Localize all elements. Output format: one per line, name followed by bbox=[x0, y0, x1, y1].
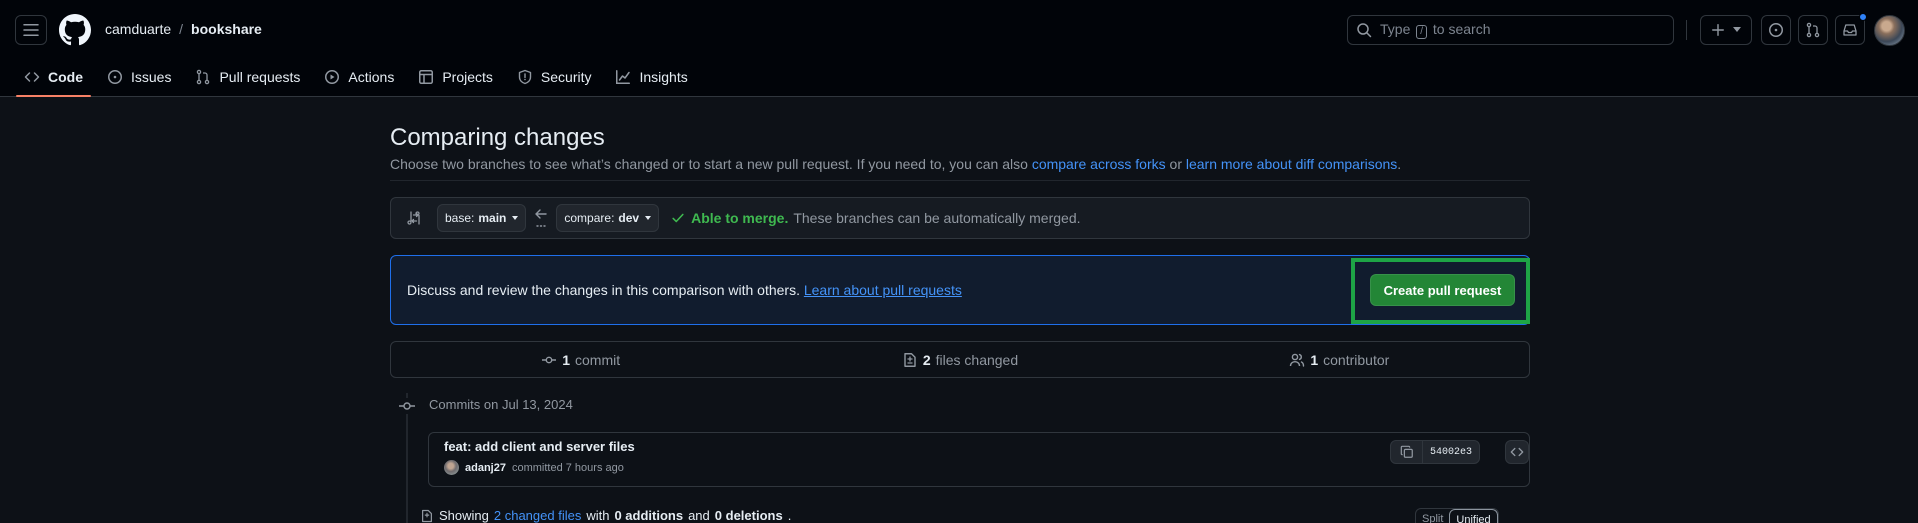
inbox-icon bbox=[1843, 24, 1857, 36]
arrow-left-icon bbox=[535, 209, 548, 227]
check-icon bbox=[672, 213, 684, 223]
compare-branch-select[interactable]: compare: dev bbox=[556, 204, 660, 232]
repo-nav: Code Issues Pull requests Actions Projec… bbox=[16, 62, 704, 97]
git-pull-request-icon bbox=[1806, 22, 1820, 38]
git-pull-request-icon bbox=[197, 69, 210, 84]
tab-code[interactable]: Code bbox=[16, 62, 91, 97]
tab-projects-label: Projects bbox=[442, 68, 493, 85]
code-icon bbox=[1510, 447, 1524, 457]
create-new-button[interactable] bbox=[1700, 15, 1752, 45]
git-commit-icon bbox=[542, 356, 557, 363]
tab-security-label: Security bbox=[540, 68, 592, 85]
inbox-button[interactable] bbox=[1835, 13, 1867, 45]
merge-status-text: These branches can be automatically merg… bbox=[793, 210, 1081, 226]
pr-banner-message: Discuss and review the changes in this c… bbox=[407, 282, 962, 298]
search-placeholder: Type / to search bbox=[1380, 21, 1491, 39]
tab-code-label: Code bbox=[48, 68, 83, 85]
tab-projects[interactable]: Projects bbox=[410, 62, 501, 91]
commit-author[interactable]: adanj27 bbox=[465, 462, 506, 474]
menu-button[interactable] bbox=[15, 15, 47, 45]
compare-description: Choose two branches to see what’s change… bbox=[390, 156, 1402, 172]
copy-sha-button[interactable] bbox=[1391, 441, 1423, 463]
tab-insights-label: Insights bbox=[639, 68, 688, 85]
stat-commits[interactable]: 1 commit bbox=[391, 342, 770, 377]
learn-diff-comparisons-link[interactable]: learn more about diff comparisons bbox=[1186, 156, 1397, 172]
learn-pull-requests-link[interactable]: Learn about pull requests bbox=[804, 282, 962, 298]
commit-title-link[interactable]: feat: add client and server files bbox=[444, 439, 635, 454]
tab-issues-label: Issues bbox=[131, 68, 172, 85]
compare-range-bar: base: main compare: dev Able to merge. The… bbox=[390, 197, 1530, 239]
caret-down-icon bbox=[645, 216, 652, 220]
file-diff-icon bbox=[904, 352, 916, 367]
copy-icon bbox=[1400, 445, 1413, 458]
diff-view-toggle: Split Unified bbox=[1415, 508, 1499, 523]
tab-actions-label: Actions bbox=[348, 68, 395, 85]
changed-files-link[interactable]: 2 changed files bbox=[494, 508, 581, 523]
search-input[interactable]: Type / to search bbox=[1347, 15, 1674, 45]
pull-requests-button[interactable] bbox=[1798, 15, 1828, 45]
page-title: Comparing changes bbox=[390, 124, 605, 151]
merge-status: Able to merge. bbox=[671, 210, 788, 226]
tab-insights[interactable]: Insights bbox=[607, 62, 695, 91]
commit-time: committed 7 hours ago bbox=[511, 461, 624, 474]
browse-repo-button[interactable] bbox=[1505, 440, 1529, 464]
deletions-count: 0 deletions bbox=[714, 508, 783, 523]
graph-icon bbox=[616, 69, 631, 84]
tab-pull-requests[interactable]: Pull requests bbox=[187, 62, 308, 91]
table-icon bbox=[419, 69, 434, 84]
commit-item: feat: add client and server files adanj2… bbox=[428, 432, 1530, 487]
commit-meta: adanj27 committed 7 hours ago bbox=[444, 460, 624, 475]
user-avatar[interactable] bbox=[1874, 15, 1905, 46]
repo-name-link[interactable]: bookshare bbox=[191, 21, 262, 37]
breadcrumb: camduarte / bookshare bbox=[105, 21, 262, 37]
issue-opened-icon bbox=[1769, 23, 1783, 37]
tab-pull-requests-label: Pull requests bbox=[219, 68, 301, 85]
repo-owner-link[interactable]: camduarte bbox=[105, 21, 171, 37]
create-pr-banner: Discuss and review the changes in this c… bbox=[390, 255, 1530, 325]
additions-count: 0 additions bbox=[614, 508, 684, 523]
stat-contributors[interactable]: 1 contributor bbox=[1150, 342, 1529, 377]
github-logo-icon[interactable] bbox=[59, 14, 91, 46]
issues-button[interactable] bbox=[1761, 15, 1791, 45]
code-icon bbox=[24, 71, 40, 82]
tab-security[interactable]: Security bbox=[509, 62, 600, 91]
git-commit-icon bbox=[398, 398, 416, 414]
header-divider bbox=[1686, 20, 1687, 40]
commits-date-heading: Commits on Jul 13, 2024 bbox=[429, 397, 573, 412]
search-icon bbox=[1357, 23, 1372, 38]
base-branch-select[interactable]: base: main bbox=[437, 204, 527, 232]
shield-icon bbox=[518, 69, 532, 84]
divider bbox=[390, 180, 1530, 181]
author-avatar[interactable] bbox=[444, 460, 459, 475]
base-branch-name: main bbox=[478, 211, 507, 225]
create-pull-request-button[interactable]: Create pull request bbox=[1370, 274, 1515, 306]
compare-branch-name: dev bbox=[618, 211, 640, 225]
tab-actions[interactable]: Actions bbox=[316, 62, 402, 91]
triangle-down-icon bbox=[1733, 27, 1741, 32]
git-compare-icon bbox=[407, 211, 420, 225]
issue-opened-icon bbox=[108, 69, 122, 84]
unified-view-button[interactable]: Unified bbox=[1449, 509, 1498, 523]
stat-files-changed[interactable]: 2 files changed bbox=[770, 342, 1149, 377]
compare-stats: 1 commit 2 files changed 1 contributor bbox=[390, 341, 1530, 378]
app-header: camduarte / bookshare Type / to search C… bbox=[0, 0, 1918, 97]
caret-down-icon bbox=[512, 216, 519, 220]
hamburger-icon bbox=[23, 24, 39, 36]
plus-icon bbox=[1712, 24, 1724, 36]
play-icon bbox=[325, 69, 340, 84]
files-summary: Showing 2 changed files with 0 additions… bbox=[420, 508, 791, 523]
commit-sha-link[interactable]: 54002e3 bbox=[1423, 441, 1479, 463]
split-view-button[interactable]: Split bbox=[1416, 509, 1449, 523]
compare-across-forks-link[interactable]: compare across forks bbox=[1032, 156, 1166, 172]
people-icon bbox=[1290, 353, 1305, 367]
search-shortcut-key: / bbox=[1416, 25, 1428, 39]
breadcrumb-separator: / bbox=[179, 21, 184, 37]
file-diff-icon bbox=[422, 509, 432, 522]
notification-dot bbox=[1859, 13, 1867, 21]
commit-sha-group: 54002e3 bbox=[1390, 440, 1481, 464]
tab-issues[interactable]: Issues bbox=[99, 62, 179, 91]
